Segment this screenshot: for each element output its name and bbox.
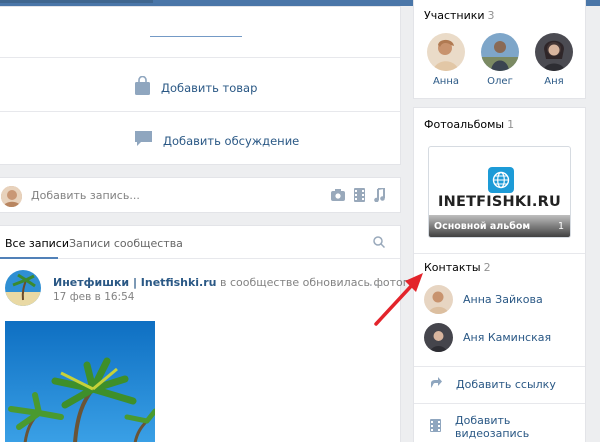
member-name[interactable]: Олег (481, 76, 519, 87)
post-header: Инетфишки | Inetfishki.ru в сообществе о… (53, 276, 445, 289)
member-item[interactable]: Аня (535, 33, 573, 87)
members-count: 3 (487, 9, 495, 22)
composer-placeholder[interactable]: Добавить запись... (31, 189, 140, 202)
tab-community-posts[interactable]: Записи сообщества (69, 237, 183, 250)
avatar (481, 33, 519, 71)
video-film-icon (430, 419, 441, 435)
add-discussion-link[interactable]: Добавить обсуждение (163, 134, 299, 148)
avatar (1, 186, 22, 207)
albums-title-label: Фотоальбомы (424, 118, 505, 131)
shopping-bag-icon (134, 75, 151, 99)
avatar (424, 285, 453, 314)
right-sidebar-card: Фотоальбомы 1 INETFISHKI.RU Основной альб… (413, 107, 586, 442)
group-actions-card: Добавить товар Добавить обсуждение (0, 6, 401, 165)
divider (414, 366, 585, 367)
albums-count: 1 (507, 118, 515, 131)
contacts-count: 2 (483, 261, 491, 274)
post-photo[interactable] (5, 321, 155, 442)
search-icon[interactable] (373, 236, 386, 251)
add-link-row[interactable]: Добавить ссылку (430, 377, 556, 392)
add-product-row[interactable]: Добавить товар (0, 57, 400, 111)
video-film-icon[interactable] (354, 188, 365, 205)
member-item[interactable]: Олег (481, 33, 519, 87)
header-segment (0, 0, 153, 3)
members-card: Участники 3 Анна Олег Аня (413, 0, 586, 99)
avatar (424, 323, 453, 352)
contact-name[interactable]: Аня Каминская (463, 331, 551, 344)
music-note-icon[interactable] (374, 186, 385, 205)
avatar (535, 33, 573, 71)
contact-name[interactable]: Анна Зайкова (463, 293, 543, 306)
post-action-text: в сообществе обновилась фотография (216, 276, 446, 289)
avatar (427, 33, 465, 71)
add-product-link[interactable]: Добавить товар (161, 81, 257, 95)
community-avatar[interactable] (5, 270, 41, 306)
globe-icon (488, 167, 514, 193)
post-composer[interactable]: Добавить запись... (0, 177, 401, 213)
speech-bubble-icon (134, 130, 153, 151)
contacts-title[interactable]: Контакты 2 (424, 261, 491, 274)
album-photo-count: 1 (557, 221, 564, 232)
add-link-label[interactable]: Добавить ссылку (456, 378, 556, 391)
members-title[interactable]: Участники 3 (424, 9, 495, 22)
member-item[interactable]: Анна (427, 33, 465, 87)
album-name: Основной альбом (434, 221, 531, 232)
divider (414, 403, 585, 404)
tab-all-posts[interactable]: Все записи (5, 237, 69, 250)
post-date[interactable]: 17 фев в 16:54 (53, 291, 134, 303)
contact-item[interactable]: Аня Каминская (424, 323, 551, 352)
album-thumbnail[interactable]: INETFISHKI.RU Основной альбом 1 (428, 146, 571, 238)
camera-icon[interactable] (331, 188, 345, 205)
members-title-label: Участники (424, 9, 485, 22)
contact-item[interactable]: Анна Зайкова (424, 285, 543, 314)
member-name[interactable]: Анна (427, 76, 465, 87)
share-arrow-icon (430, 377, 442, 392)
add-video-label[interactable]: Добавить видеозапись (455, 414, 585, 440)
member-name[interactable]: Аня (535, 76, 573, 87)
post-author-link[interactable]: Инетфишки | Inetfishki.ru (53, 276, 217, 289)
divider (414, 253, 585, 254)
add-discussion-row[interactable]: Добавить обсуждение (0, 111, 400, 165)
albums-title[interactable]: Фотоальбомы 1 (424, 118, 514, 131)
active-tab-indicator (0, 257, 58, 259)
contacts-title-label: Контакты (424, 261, 481, 274)
add-video-row[interactable]: Добавить видеозапись (430, 414, 585, 440)
wall-feed: Все записи Записи сообщества Инетфишки |… (0, 225, 445, 442)
more-options-icon[interactable]: ··· (369, 278, 385, 294)
section-underline (150, 36, 242, 37)
album-brand-text: INETFISHKI.RU (438, 194, 561, 210)
feed-tabs: Все записи Записи сообщества (0, 226, 400, 259)
